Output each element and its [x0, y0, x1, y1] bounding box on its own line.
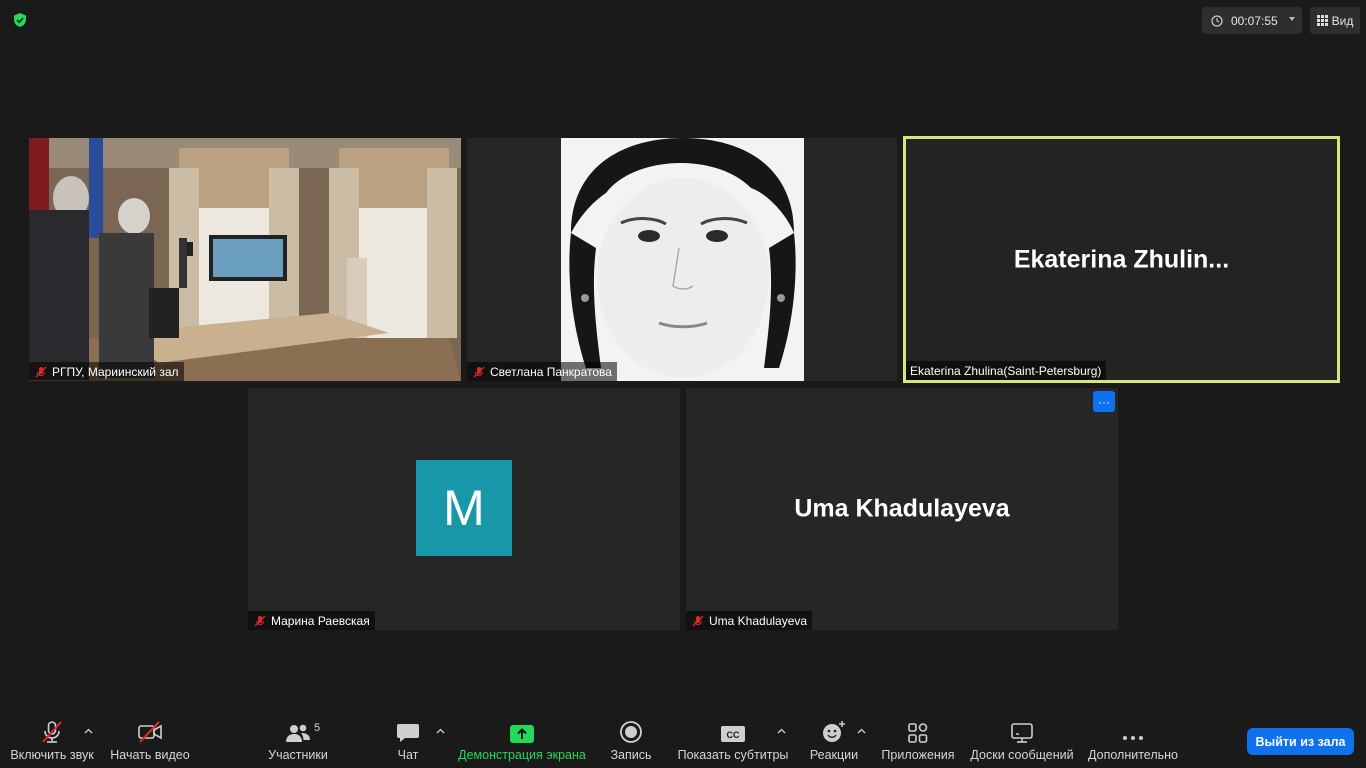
- reactions-button[interactable]: Реакции: [806, 712, 862, 768]
- share-screen-button[interactable]: Демонстрация экрана: [458, 712, 586, 768]
- avatar: M: [416, 460, 512, 556]
- participants-label: Участники: [268, 748, 328, 762]
- chevron-up-icon[interactable]: [857, 728, 866, 734]
- smiley-plus-icon: [823, 721, 845, 742]
- video-off-icon: [138, 721, 162, 743]
- participant-name: Светлана Панкратова: [490, 364, 612, 379]
- muted-mic-icon: [254, 615, 266, 626]
- apps-label: Приложения: [881, 748, 955, 762]
- participant-name-tag: Uma Khadulayeva: [686, 611, 813, 630]
- participant-name-tag: Ekaterina Zhulina(Saint-Petersburg): [906, 361, 1107, 380]
- svg-text:CC: CC: [727, 730, 740, 740]
- more-label: Дополнительно: [1088, 748, 1178, 762]
- participants-button[interactable]: Участники: [264, 712, 332, 768]
- participants-icon: [286, 724, 310, 742]
- video-tile-uma[interactable]: ··· Uma Khadulayeva Uma Khadulayeva: [686, 388, 1118, 630]
- participant-name: Uma Khadulayeva: [709, 613, 808, 628]
- meeting-toolbar: Включить звук Начать видео Участники 5 Ч…: [0, 712, 1366, 768]
- apps-icon: [908, 723, 928, 743]
- more-button[interactable]: Дополнительно: [1086, 712, 1180, 768]
- meeting-timer[interactable]: 00:07:55: [1202, 7, 1302, 34]
- muted-mic-icon: [473, 366, 485, 377]
- video-tile-hall[interactable]: РГПУ, Мариинский зал: [29, 138, 461, 381]
- security-shield-icon[interactable]: [12, 12, 28, 28]
- video-tile-ekaterina[interactable]: Ekaterina Zhulin... Ekaterina Zhulina(Sa…: [903, 136, 1340, 383]
- more-icon: [1123, 736, 1143, 740]
- chevron-up-icon[interactable]: [777, 728, 786, 734]
- muted-mic-icon: [42, 721, 62, 743]
- record-icon: [620, 721, 642, 743]
- record-label: Запись: [610, 748, 652, 762]
- start-video-label: Начать видео: [110, 748, 190, 762]
- chat-button[interactable]: Чат: [386, 712, 430, 768]
- unmute-button[interactable]: Включить звук: [8, 712, 96, 768]
- unmute-label: Включить звук: [10, 748, 94, 762]
- meeting-window: 00:07:55 Вид РГПУ, Мариинский зал Светла…: [0, 0, 1366, 768]
- more-options-button[interactable]: ···: [1093, 391, 1115, 412]
- view-label: Вид: [1331, 13, 1354, 28]
- start-video-button[interactable]: Начать видео: [108, 712, 192, 768]
- whiteboards-label: Доски сообщений: [970, 748, 1074, 762]
- chat-icon: [397, 724, 419, 742]
- video-tile-svetlana[interactable]: Светлана Панкратова: [467, 138, 897, 381]
- participant-name-tag: Марина Раевская: [248, 611, 375, 630]
- share-screen-label: Демонстрация экрана: [458, 748, 586, 762]
- participant-name: РГПУ, Мариинский зал: [52, 364, 179, 379]
- participant-display-name: Uma Khadulayeva: [794, 494, 1010, 523]
- participant-display-name: Ekaterina Zhulin...: [1013, 245, 1230, 273]
- muted-mic-icon: [35, 366, 47, 377]
- chevron-up-icon[interactable]: [436, 728, 445, 734]
- grid-icon: [1316, 15, 1328, 26]
- chevron-up-icon[interactable]: [84, 728, 93, 734]
- view-button[interactable]: Вид: [1310, 7, 1360, 34]
- record-button[interactable]: Запись: [606, 712, 656, 768]
- captions-label: Показать субтитры: [677, 748, 789, 762]
- participant-name-tag: РГПУ, Мариинский зал: [29, 362, 184, 381]
- video-tile-marina[interactable]: M Марина Раевская: [248, 388, 680, 630]
- captions-button[interactable]: CC Показать субтитры: [678, 712, 788, 768]
- participants-count: 5: [314, 722, 321, 734]
- chevron-down-icon: [1289, 17, 1295, 21]
- whiteboard-icon: [1011, 723, 1033, 743]
- muted-mic-icon: [692, 615, 704, 626]
- closed-captions-icon: CC: [721, 726, 745, 742]
- leave-meeting-button[interactable]: Выйти из зала: [1247, 728, 1354, 755]
- participant-name: Ekaterina Zhulina(Saint-Petersburg): [910, 363, 1102, 378]
- apps-button[interactable]: Приложения: [878, 712, 958, 768]
- chat-label: Чат: [397, 748, 419, 762]
- share-screen-icon: [510, 725, 534, 743]
- clock-icon: [1211, 14, 1223, 27]
- whiteboards-button[interactable]: Доски сообщений: [968, 712, 1076, 768]
- reactions-label: Реакции: [809, 748, 859, 762]
- portrait-video-feed: [561, 138, 804, 381]
- timer-value: 00:07:55: [1231, 13, 1278, 28]
- hall-video-feed: [29, 138, 461, 381]
- participant-name: Марина Раевская: [271, 613, 370, 628]
- participant-name-tag: Светлана Панкратова: [467, 362, 617, 381]
